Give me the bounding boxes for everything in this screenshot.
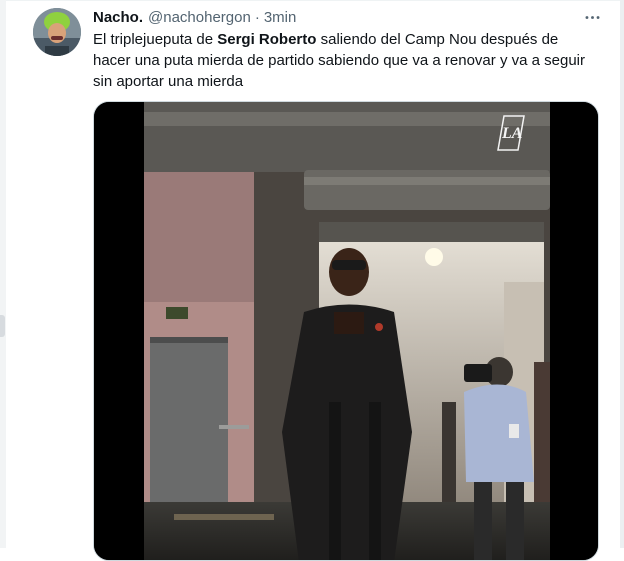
separator: · <box>254 8 260 26</box>
right-edge-scrollbar[interactable] <box>620 0 624 548</box>
la-logo-text: LA <box>501 125 523 142</box>
left-edge <box>0 0 6 548</box>
handle[interactable]: @nachohergon <box>148 9 251 26</box>
display-name[interactable]: Nacho. <box>93 9 143 26</box>
more-button[interactable] <box>578 6 606 28</box>
avatar[interactable] <box>33 8 81 56</box>
tweet-text: El triplejueputa de Sergi Roberto salien… <box>93 29 593 92</box>
video-frame: LA <box>94 102 598 560</box>
tweet-header: Nacho. @nachohergon · 3min <box>93 7 296 27</box>
more-icon <box>585 15 599 19</box>
scroll-indicator <box>0 315 5 337</box>
divider <box>6 0 620 1</box>
tweet-text-pre: El triplejueputa de <box>93 31 218 48</box>
tweet-text-bold: Sergi Roberto <box>217 31 317 48</box>
timestamp[interactable]: 3min <box>264 9 297 26</box>
video-player[interactable]: LA <box>93 101 599 561</box>
